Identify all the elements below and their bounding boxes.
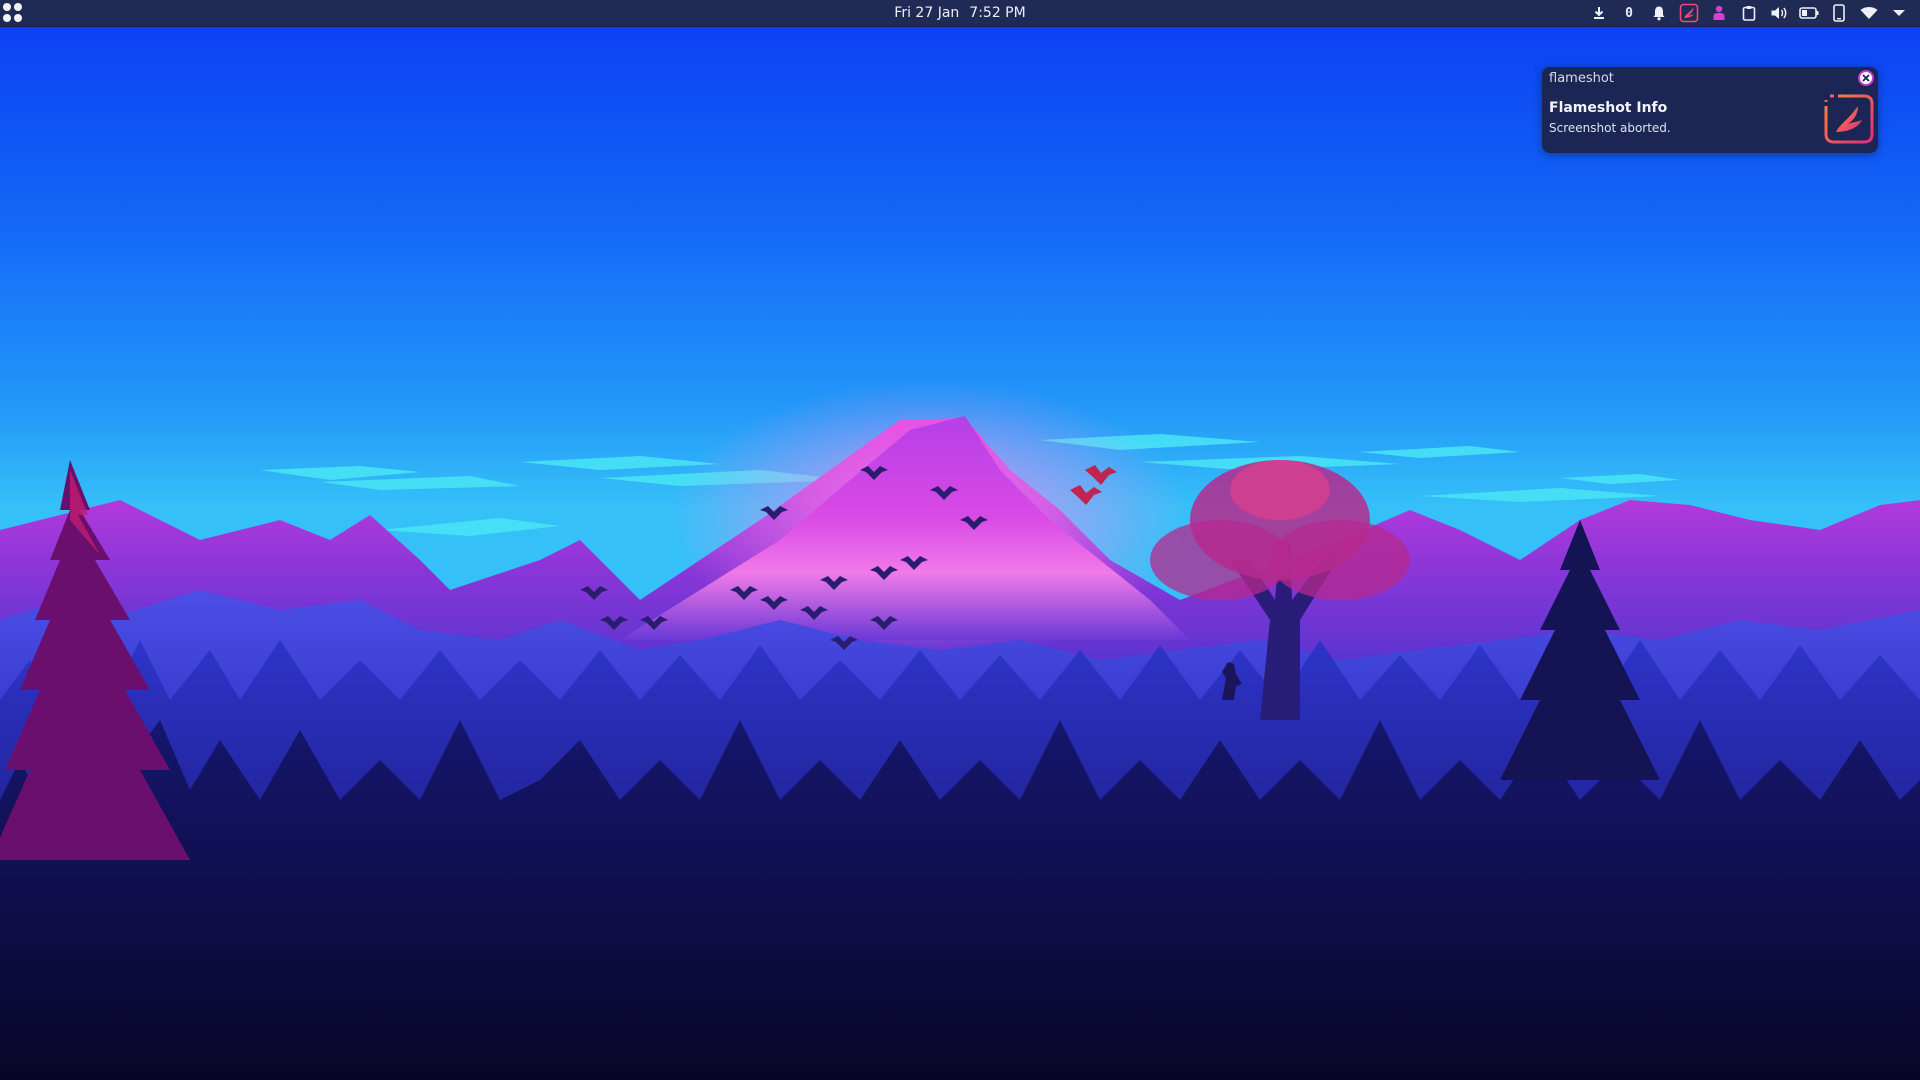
clipboard-icon[interactable] xyxy=(1734,0,1764,26)
battery-icon[interactable] xyxy=(1794,0,1824,26)
close-icon[interactable] xyxy=(1858,70,1874,86)
user-icon[interactable] xyxy=(1704,0,1734,26)
app-grid-dot xyxy=(14,3,22,11)
notification-body: Screenshot aborted. xyxy=(1549,121,1671,135)
notification-title: Flameshot Info xyxy=(1549,100,1668,116)
app-grid-dot xyxy=(14,14,22,22)
system-tray: 0 xyxy=(1584,0,1914,26)
bell-icon[interactable] xyxy=(1644,0,1674,26)
volume-icon[interactable] xyxy=(1764,0,1794,26)
wallpaper xyxy=(0,0,1920,1080)
clock-button[interactable]: Fri 27 Jan 7:52 PM xyxy=(894,5,1025,21)
app-launcher-button[interactable] xyxy=(3,3,23,23)
flameshot-icon[interactable] xyxy=(1674,0,1704,26)
app-grid-dot xyxy=(3,14,11,22)
tray-counter[interactable]: 0 xyxy=(1614,0,1644,26)
top-panel: Fri 27 Jan 7:52 PM 0 xyxy=(0,0,1920,27)
desktop: Fri 27 Jan 7:52 PM 0 flameshot Flameshot… xyxy=(0,0,1920,1080)
chevron-down-icon[interactable] xyxy=(1884,0,1914,26)
notification-popup[interactable]: flameshot Flameshot Info Screenshot abor… xyxy=(1542,67,1878,153)
download-icon[interactable] xyxy=(1584,0,1614,26)
clock-date: Fri 27 Jan xyxy=(894,5,960,21)
notification-app-name: flameshot xyxy=(1549,71,1614,86)
phone-icon[interactable] xyxy=(1824,0,1854,26)
app-grid-icon xyxy=(3,3,11,11)
wifi-icon[interactable] xyxy=(1854,0,1884,26)
clock-time: 7:52 PM xyxy=(969,5,1026,21)
flameshot-logo-icon xyxy=(1824,94,1874,144)
